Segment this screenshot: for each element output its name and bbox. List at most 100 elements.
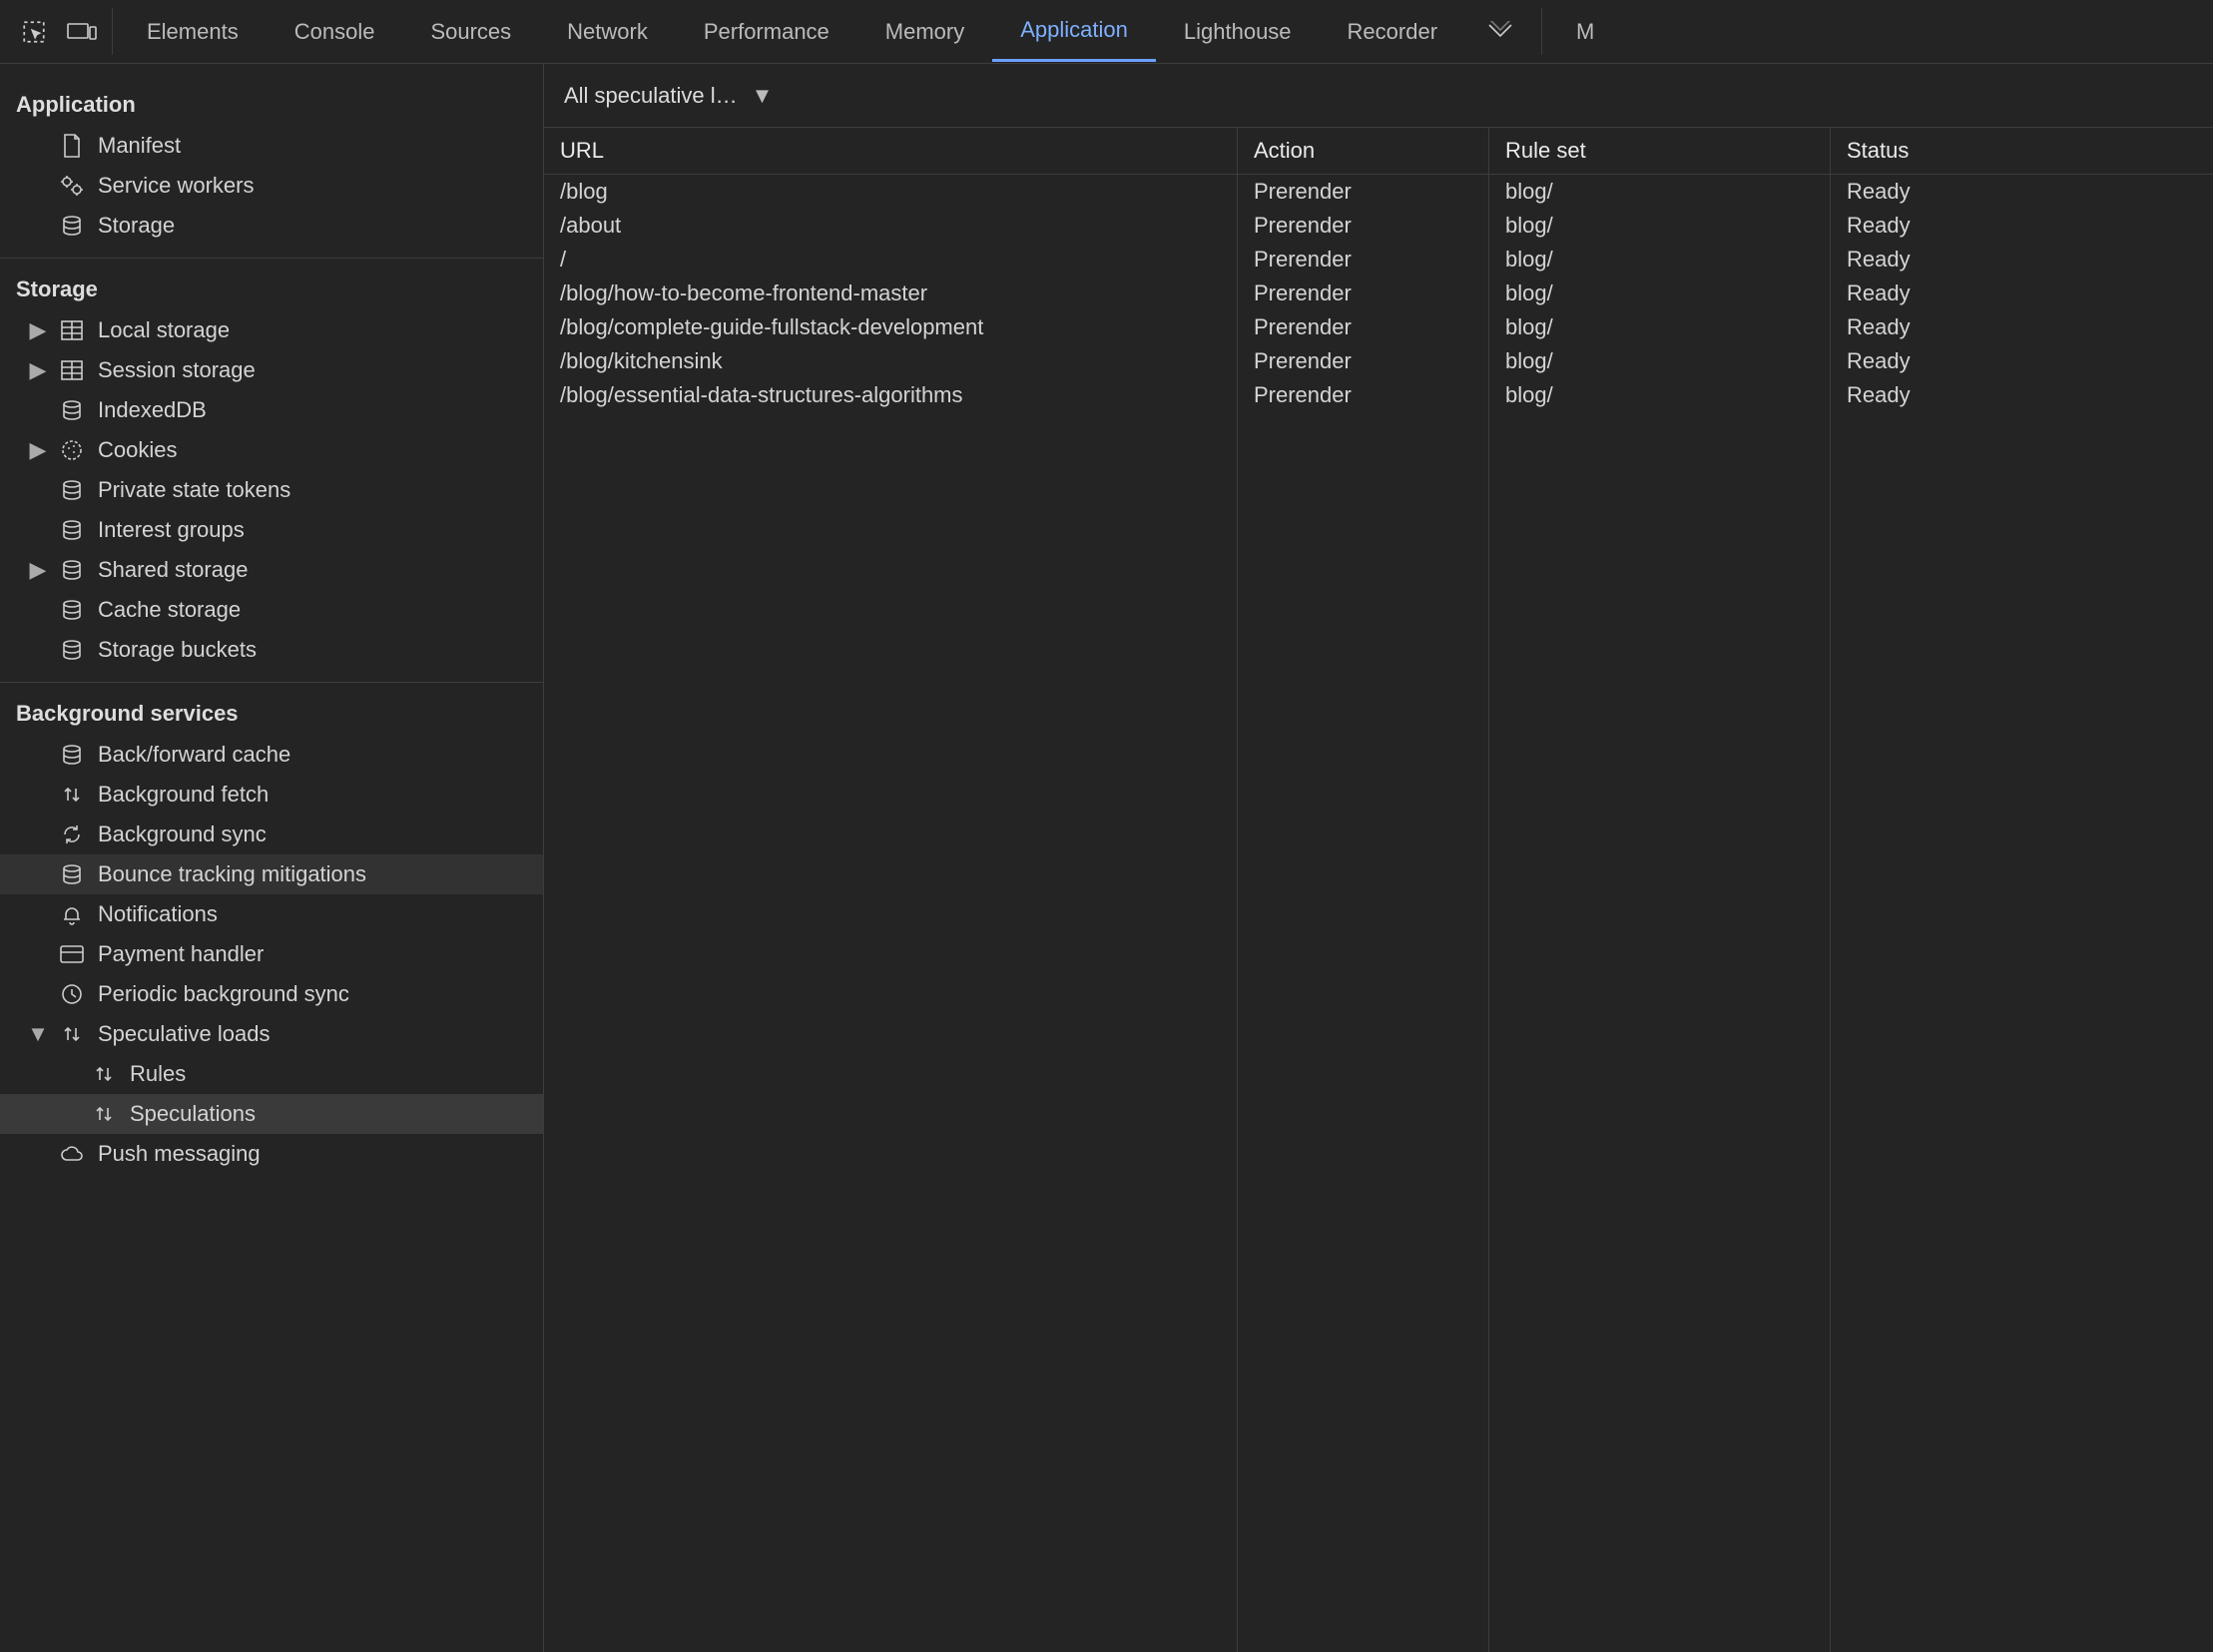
tree-item-label: Background sync — [98, 822, 267, 847]
card-icon — [58, 940, 86, 968]
sidebar-item-back-forward-cache[interactable]: ▶ Back/forward cache — [0, 735, 543, 775]
sidebar-item-interest-groups[interactable]: ▶ Interest groups — [0, 510, 543, 550]
expand-arrow-icon[interactable]: ▶ — [30, 322, 46, 338]
table-cell-status[interactable]: Ready — [1831, 378, 2213, 412]
column-header-status[interactable]: Status — [1831, 128, 2213, 174]
table-cell-url[interactable]: /blog/complete-guide-fullstack-developme… — [544, 310, 1237, 344]
sidebar-item-speculative-loads[interactable]: ▼ Speculative loads — [0, 1014, 543, 1054]
sidebar-item-rules[interactable]: Rules — [0, 1054, 543, 1094]
tree-item-label: Private state tokens — [98, 477, 290, 503]
sidebar-item-notifications[interactable]: ▶ Notifications — [0, 894, 543, 934]
table-cell-url[interactable]: /blog/essential-data-structures-algorith… — [544, 378, 1237, 412]
dropdown-label: All speculative l… — [564, 83, 738, 109]
database-icon — [58, 476, 86, 504]
tab-network[interactable]: Network — [539, 3, 676, 61]
table-cell-status[interactable]: Ready — [1831, 276, 2213, 310]
tab-memory[interactable]: Memory — [857, 3, 992, 61]
column-header-action[interactable]: Action — [1238, 128, 1489, 174]
column-header-url[interactable]: URL — [544, 128, 1238, 174]
sidebar-item-background-sync[interactable]: ▶ Background sync — [0, 815, 543, 854]
table-cell-ruleset[interactable]: blog/ — [1489, 243, 1830, 276]
table-cell-ruleset[interactable]: blog/ — [1489, 175, 1830, 209]
tab-label: Network — [567, 19, 648, 44]
sidebar-item-service-workers[interactable]: ▶ Service workers — [0, 166, 543, 206]
table-cell-action[interactable]: Prerender — [1238, 310, 1488, 344]
tree-item-label: Back/forward cache — [98, 742, 290, 768]
tab-label: Recorder — [1348, 19, 1437, 44]
sidebar-item-bounce-tracking-mitigations[interactable]: ▶ Bounce tracking mitigations — [0, 854, 543, 894]
table-cell-action[interactable]: Prerender — [1238, 344, 1488, 378]
database-icon — [58, 516, 86, 544]
speculative-loads-filter-dropdown[interactable]: All speculative l… ▼ — [564, 83, 773, 109]
sidebar-item-cookies[interactable]: ▶ Cookies — [0, 430, 543, 470]
table-cell-ruleset[interactable]: blog/ — [1489, 276, 1830, 310]
sidebar-item-shared-storage[interactable]: ▶ Shared storage — [0, 550, 543, 590]
sidebar-item-manifest[interactable]: ▶ Manifest — [0, 126, 543, 166]
tree-item-label: Session storage — [98, 357, 256, 383]
database-icon — [58, 636, 86, 664]
tab-elements[interactable]: Elements — [119, 3, 267, 61]
expand-arrow-icon[interactable]: ▼ — [30, 1026, 46, 1042]
tree-item-label: Rules — [130, 1061, 186, 1087]
expand-arrow-icon[interactable]: ▶ — [30, 442, 46, 458]
table-cell-url[interactable]: /blog/kitchensink — [544, 344, 1237, 378]
tab-lighthouse[interactable]: Lighthouse — [1156, 3, 1320, 61]
table-cell-status[interactable]: Ready — [1831, 310, 2213, 344]
table-cell-action[interactable]: Prerender — [1238, 378, 1488, 412]
table-body: /blog /about / /blog/how-to-become-front… — [544, 175, 2213, 1652]
cookie-icon — [58, 436, 86, 464]
tab-sources[interactable]: Sources — [402, 3, 539, 61]
sidebar-item-background-fetch[interactable]: ▶ Background fetch — [0, 775, 543, 815]
table-cell-url[interactable]: /about — [544, 209, 1237, 243]
sidebar-item-push-messaging[interactable]: ▶ Push messaging — [0, 1134, 543, 1174]
table-cell-url[interactable]: /blog — [544, 175, 1237, 209]
table-cell-status[interactable]: Ready — [1831, 344, 2213, 378]
database-icon — [58, 556, 86, 584]
sidebar-section-storage: Storage ▶ Local storage ▶ Session storag… — [0, 259, 543, 683]
sidebar-item-storage[interactable]: ▶ Storage — [0, 206, 543, 246]
table-cell-ruleset[interactable]: blog/ — [1489, 310, 1830, 344]
table-cell-url[interactable]: /blog/how-to-become-frontend-master — [544, 276, 1237, 310]
sidebar-item-cache-storage[interactable]: ▶ Cache storage — [0, 590, 543, 630]
table-cell-status[interactable]: Ready — [1831, 209, 2213, 243]
device-mode-icon[interactable] — [58, 8, 106, 56]
tab-recorder[interactable]: Recorder — [1320, 3, 1465, 61]
speculations-panel: All speculative l… ▼ URL Action Rule set… — [544, 64, 2213, 1652]
sidebar-item-private-state-tokens[interactable]: ▶ Private state tokens — [0, 470, 543, 510]
sidebar-item-storage-buckets[interactable]: ▶ Storage buckets — [0, 630, 543, 670]
column-header-ruleset[interactable]: Rule set — [1489, 128, 1831, 174]
sidebar-item-periodic-background-sync[interactable]: ▶ Periodic background sync — [0, 974, 543, 1014]
tab-console[interactable]: Console — [267, 3, 403, 61]
sidebar-item-session-storage[interactable]: ▶ Session storage — [0, 350, 543, 390]
tab-application[interactable]: Application — [992, 1, 1156, 62]
sidebar-item-speculations[interactable]: Speculations — [0, 1094, 543, 1134]
tab-performance[interactable]: Performance — [676, 3, 857, 61]
speculations-toolbar: All speculative l… ▼ — [544, 64, 2213, 128]
sidebar-item-indexeddb[interactable]: ▶ IndexedDB — [0, 390, 543, 430]
chevron-down-icon: ▼ — [752, 83, 774, 109]
table-cell-action[interactable]: Prerender — [1238, 209, 1488, 243]
more-tabs-icon[interactable] — [1465, 19, 1535, 45]
expand-arrow-icon[interactable]: ▶ — [30, 362, 46, 378]
table-cell-action[interactable]: Prerender — [1238, 243, 1488, 276]
table-cell-action[interactable]: Prerender — [1238, 175, 1488, 209]
database-icon — [58, 860, 86, 888]
table-cell-ruleset[interactable]: blog/ — [1489, 209, 1830, 243]
column-ruleset: blog/ blog/ blog/ blog/ blog/ blog/ blog… — [1489, 175, 1831, 1652]
table-cell-ruleset[interactable]: blog/ — [1489, 344, 1830, 378]
sidebar-item-local-storage[interactable]: ▶ Local storage — [0, 310, 543, 350]
tree-item-label: Background fetch — [98, 782, 269, 808]
section-title: Application — [0, 74, 543, 126]
application-sidebar[interactable]: Application ▶ Manifest ▶ Service workers… — [0, 64, 544, 1652]
devtools-tabs: Elements Console Sources Network Perform… — [0, 0, 2213, 64]
table-cell-url[interactable]: / — [544, 243, 1237, 276]
table-cell-status[interactable]: Ready — [1831, 175, 2213, 209]
sidebar-item-payment-handler[interactable]: ▶ Payment handler — [0, 934, 543, 974]
expand-arrow-icon[interactable]: ▶ — [30, 562, 46, 578]
table-cell-ruleset[interactable]: blog/ — [1489, 378, 1830, 412]
table-icon — [58, 356, 86, 384]
table-cell-status[interactable]: Ready — [1831, 243, 2213, 276]
inspect-icon[interactable] — [10, 8, 58, 56]
sync-icon — [58, 821, 86, 848]
table-cell-action[interactable]: Prerender — [1238, 276, 1488, 310]
